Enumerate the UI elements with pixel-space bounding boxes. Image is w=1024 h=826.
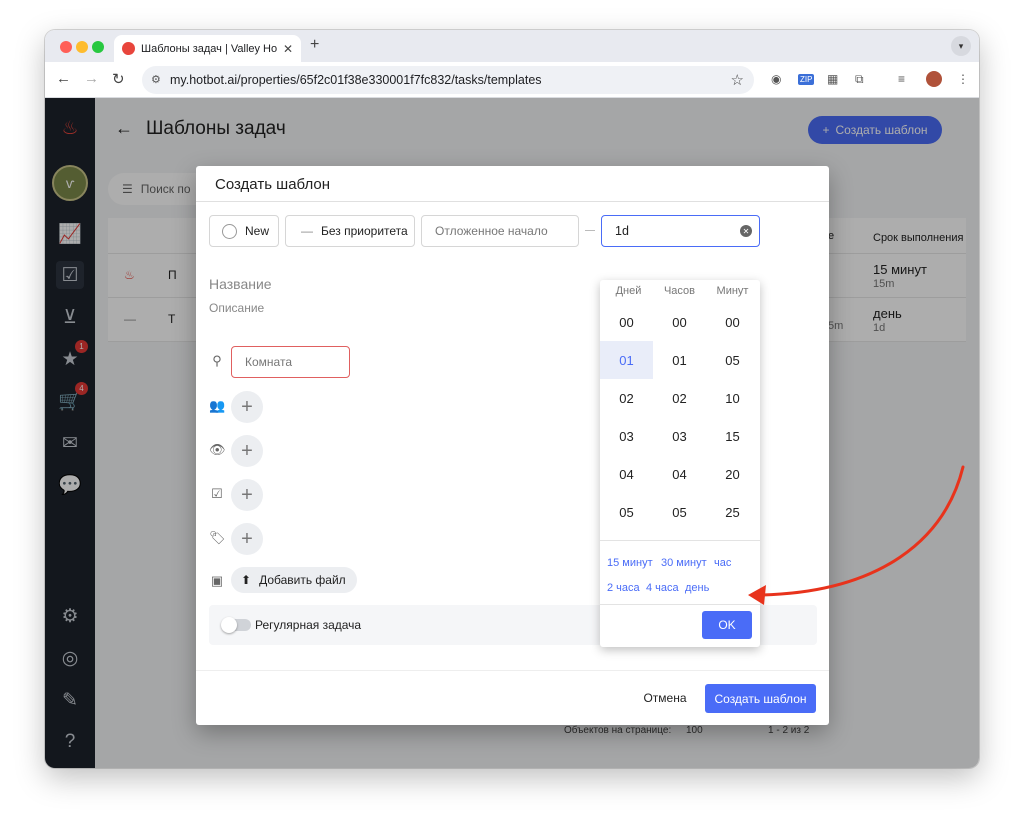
hour-option[interactable]: 05 (653, 493, 706, 531)
qr-code-icon[interactable]: ▦ (827, 72, 838, 86)
room-placeholder: Комната (245, 355, 292, 369)
priority-chip[interactable]: — Без приоритета (285, 215, 415, 247)
back-arrow-icon[interactable]: ← (56, 70, 71, 87)
minimize-window-button[interactable] (76, 41, 88, 53)
description-field[interactable]: Описание (209, 301, 264, 315)
minute-option[interactable]: 00 (706, 303, 759, 341)
preset-4hours[interactable]: 4 часа (646, 582, 679, 594)
minute-option[interactable]: 10 (706, 379, 759, 417)
hour-option[interactable]: 01 (653, 341, 706, 379)
tab-title: Шаблоны задач | Valley Hotel (141, 42, 277, 55)
footer-divider (196, 670, 829, 671)
priority-label: Без приоритета (321, 224, 408, 238)
hour-option[interactable]: 04 (653, 455, 706, 493)
range-separator (585, 230, 595, 231)
duration-input[interactable]: 1d ✕ (601, 215, 760, 247)
status-radio-icon (222, 223, 237, 239)
create-template-button[interactable]: Создать шаблон (705, 684, 816, 713)
close-window-button[interactable] (60, 41, 72, 53)
preset-2hours[interactable]: 2 часа (607, 582, 640, 594)
room-field[interactable]: Комната (231, 346, 350, 378)
picker-divider (600, 604, 760, 605)
browser-menu-icon[interactable]: ⋮ (957, 72, 969, 86)
tab-close-icon[interactable]: ✕ (283, 42, 293, 56)
add-file-label: Добавить файл (259, 573, 346, 587)
extensions-puzzle-icon[interactable]: ⧉ (855, 72, 864, 87)
duration-value: 1d (615, 224, 629, 238)
favicon-icon (122, 42, 135, 55)
zip-extension-icon[interactable]: ZIP (798, 74, 815, 85)
new-tab-button[interactable]: + (310, 36, 319, 54)
day-option[interactable]: 05 (600, 493, 653, 531)
day-option[interactable]: 02 (600, 379, 653, 417)
duration-picker: Дней Часов Минут 00 01 02 03 04 05 00 01… (600, 280, 760, 647)
address-bar[interactable]: ⚙ my.hotbot.ai/properties/65f2c01f38e330… (142, 66, 754, 94)
location-pin-icon: ⚲ (212, 353, 222, 368)
maximize-window-button[interactable] (92, 41, 104, 53)
add-assignee-button[interactable]: + (231, 391, 263, 423)
browser-tab[interactable]: Шаблоны задач | Valley Hotel ✕ (114, 35, 301, 62)
browser-toolbar: ← → ↻ ⚙ my.hotbot.ai/properties/65f2c01f… (45, 62, 979, 98)
hour-option[interactable]: 00 (653, 303, 706, 341)
day-option[interactable]: 00 (600, 303, 653, 341)
reload-icon[interactable]: ↻ (112, 70, 125, 88)
day-option[interactable]: 03 (600, 417, 653, 455)
delayed-start-placeholder: Отложенное начало (435, 224, 548, 238)
preset-day[interactable]: день (685, 582, 709, 594)
minute-option[interactable]: 20 (706, 455, 759, 493)
preset-15min[interactable]: 15 минут (607, 557, 653, 569)
preset-hour[interactable]: час (714, 557, 731, 569)
status-chip[interactable]: New (209, 215, 279, 247)
dialog-title: Создать шаблон (215, 176, 331, 193)
watchers-eye-icon: 👁 (209, 442, 226, 457)
regular-task-toggle[interactable] (221, 617, 251, 633)
checklist-icon: ☑ (211, 486, 223, 501)
ok-button[interactable]: OK (702, 611, 752, 639)
minutes-column-header: Минут (716, 285, 749, 297)
add-tag-button[interactable]: + (231, 523, 263, 555)
minute-option[interactable]: 05 (706, 341, 759, 379)
profile-avatar[interactable] (926, 71, 942, 87)
add-watcher-button[interactable]: + (231, 435, 263, 467)
status-label: New (245, 224, 270, 238)
name-field[interactable]: Название (209, 276, 272, 292)
no-priority-icon: — (301, 224, 313, 238)
add-file-button[interactable]: ⬆ Добавить файл (231, 567, 357, 593)
clear-icon[interactable]: ✕ (740, 225, 752, 237)
reading-list-icon[interactable]: ≡ (898, 72, 905, 86)
tab-bar: Шаблоны задач | Valley Hotel ✕ + ▾ (45, 30, 979, 62)
upload-icon: ⬆ (241, 573, 252, 587)
hours-column-header: Часов (663, 285, 696, 297)
day-option[interactable]: 04 (600, 455, 653, 493)
regular-task-label: Регулярная задача (255, 618, 362, 632)
days-column-header: Дней (615, 285, 642, 297)
minute-option[interactable]: 25 (706, 493, 759, 531)
browser-window: Шаблоны задач | Valley Hotel ✕ + ▾ ← → ↻… (45, 30, 979, 768)
cancel-button[interactable]: Отмена (633, 684, 697, 712)
tab-search-chevron-icon[interactable]: ▾ (951, 36, 971, 56)
hour-option[interactable]: 03 (653, 417, 706, 455)
tag-icon: 🏷 (209, 530, 226, 545)
minute-option[interactable]: 15 (706, 417, 759, 455)
bookmark-star-icon[interactable]: ☆ (731, 71, 744, 89)
forward-arrow-icon[interactable]: → (84, 70, 99, 87)
image-icon: ▣ (210, 573, 224, 588)
site-settings-icon[interactable]: ⚙ (151, 73, 161, 86)
assignees-icon: 👥 (209, 398, 226, 413)
toggle-knob (221, 617, 237, 633)
camera-icon[interactable]: ◉ (771, 72, 781, 86)
day-option-selected[interactable]: 01 (600, 341, 653, 379)
url-text: my.hotbot.ai/properties/65f2c01f38e33000… (170, 73, 542, 87)
add-checklist-button[interactable]: + (231, 479, 263, 511)
dialog-divider (196, 201, 829, 202)
delayed-start-field[interactable]: Отложенное начало (421, 215, 579, 247)
preset-30min[interactable]: 30 минут (661, 557, 707, 569)
hour-option[interactable]: 02 (653, 379, 706, 417)
picker-divider (600, 540, 760, 541)
